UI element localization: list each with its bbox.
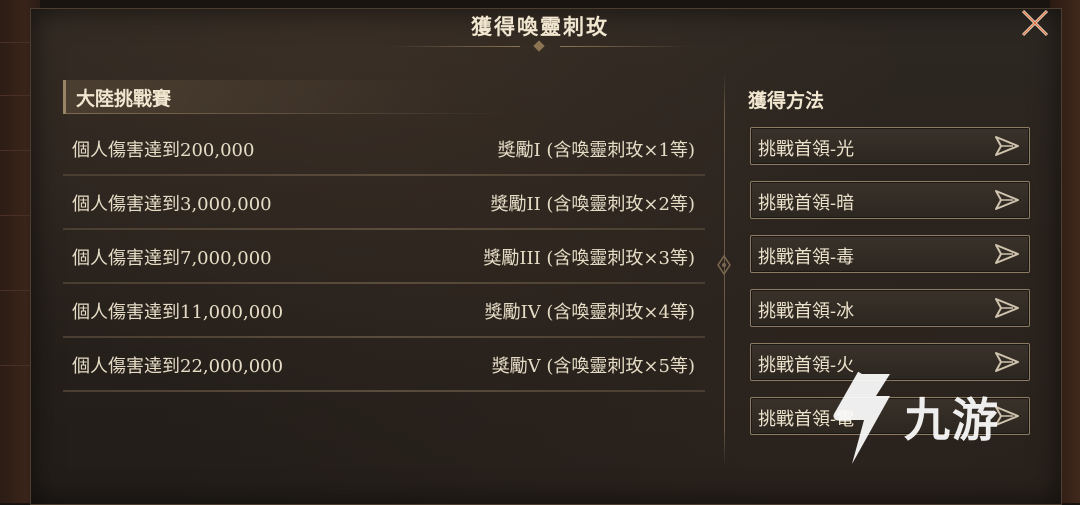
close-icon: [1021, 9, 1049, 37]
reward-label: 獎勵V (含喚靈刺玫×5等): [491, 356, 695, 377]
row-divider: [63, 336, 705, 338]
reward-label: 獎勵I (含喚靈刺玫×1等): [497, 140, 695, 161]
method-button-ice[interactable]: 挑戰首領-冰: [750, 289, 1030, 327]
reward-label: 獎勵IV (含喚靈刺玫×4等): [484, 302, 695, 323]
method-label: 挑戰首領-冰: [758, 301, 855, 322]
row-divider: [63, 390, 705, 392]
reward-condition: 個人傷害達到3,000,000: [72, 194, 272, 215]
method-label: 挑戰首領-毒: [758, 247, 855, 268]
reward-label: 獎勵II (含喚靈刺玫×2等): [490, 194, 695, 215]
title-ornament-left: [390, 46, 520, 47]
row-divider: [63, 174, 705, 176]
arrow-right-icon: [995, 298, 1019, 318]
title-ornament-right: [560, 46, 690, 47]
reward-row: 個人傷害達到7,000,000 獎勵III (含喚靈刺玫×3等): [63, 236, 705, 284]
close-button[interactable]: [1016, 5, 1054, 41]
reward-condition: 個人傷害達到11,000,000: [72, 302, 284, 323]
reward-condition: 個人傷害達到200,000: [72, 140, 255, 161]
reward-row: 個人傷害達到22,000,000 獎勵V (含喚靈刺玫×5等): [63, 344, 705, 392]
dialog-header: 獲得喚靈刺玫: [390, 10, 690, 52]
reward-condition: 個人傷害達到22,000,000: [72, 356, 284, 377]
reward-row: 個人傷害達到200,000 獎勵I (含喚靈刺玫×1等): [63, 128, 705, 176]
watermark-text: 九游: [904, 393, 1000, 447]
method-button-poison[interactable]: 挑戰首領-毒: [750, 235, 1030, 273]
jiuyou-logo-icon: [833, 371, 890, 464]
reward-condition: 個人傷害達到7,000,000: [72, 248, 272, 269]
row-divider: [63, 282, 705, 284]
row-divider: [63, 228, 705, 230]
arrow-right-icon: [995, 244, 1019, 264]
arrow-right-icon: [995, 190, 1019, 210]
method-button-light[interactable]: 挑戰首領-光: [750, 127, 1030, 165]
reward-label: 獎勵III (含喚靈刺玫×3等): [483, 248, 695, 269]
reward-row: 個人傷害達到3,000,000 獎勵II (含喚靈刺玫×2等): [63, 182, 705, 230]
dialog-title: 獲得喚靈刺玫: [471, 14, 609, 39]
watermark: 九游: [830, 368, 1050, 478]
arrow-right-icon: [995, 136, 1019, 156]
method-label: 挑戰首領-光: [758, 139, 855, 160]
separator-ornament-icon: [717, 255, 731, 275]
method-button-dark[interactable]: 挑戰首領-暗: [750, 181, 1030, 219]
section-title: 大陸挑戰賽: [76, 88, 172, 110]
reward-row: 個人傷害達到11,000,000 獎勵IV (含喚靈刺玫×4等): [63, 290, 705, 338]
method-label: 挑戰首領-暗: [758, 193, 855, 214]
section-header: 大陸挑戰賽: [63, 80, 706, 114]
methods-title: 獲得方法: [748, 90, 825, 112]
